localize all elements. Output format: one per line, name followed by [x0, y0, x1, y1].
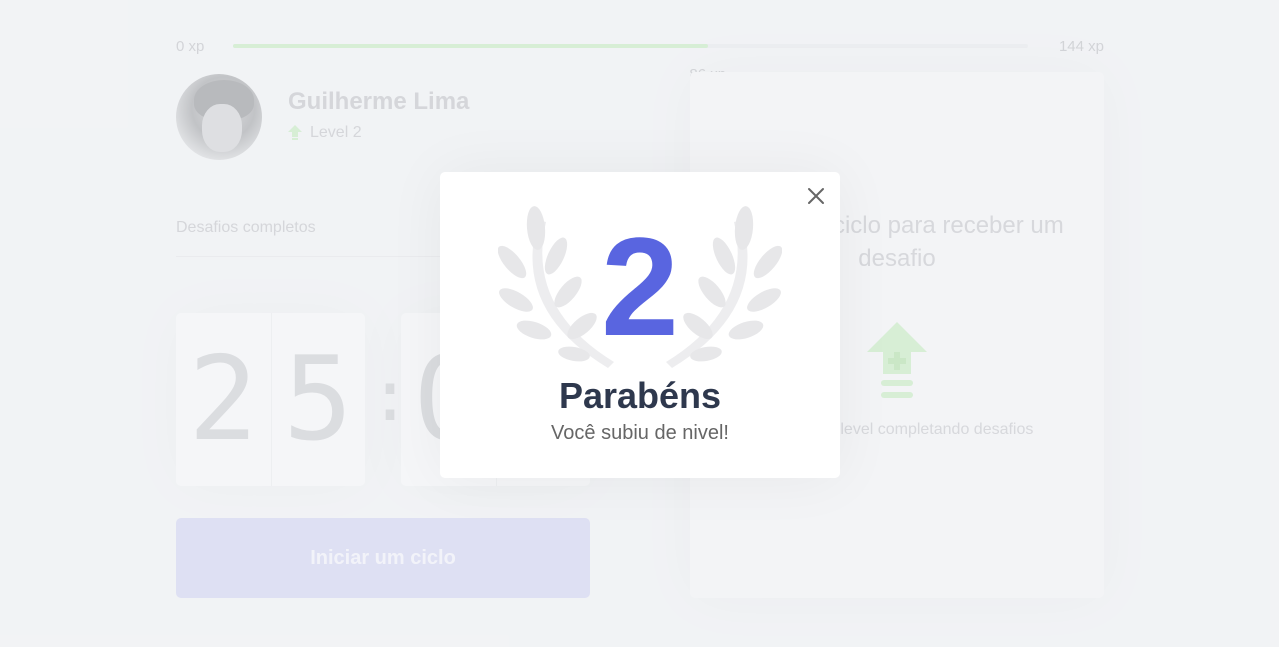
new-level-number: 2: [601, 208, 679, 365]
close-button[interactable]: [804, 184, 828, 208]
app-root: 0 xp 86 xp 144 xp Guilherme Lima Level 2…: [0, 0, 1279, 647]
modal-subtitle: Você subiu de nivel!: [551, 422, 729, 444]
close-icon: [804, 184, 828, 208]
modal-title: Parabéns: [558, 375, 722, 416]
level-up-modal: 2 Parabéns Você subiu de nivel!: [440, 172, 840, 478]
